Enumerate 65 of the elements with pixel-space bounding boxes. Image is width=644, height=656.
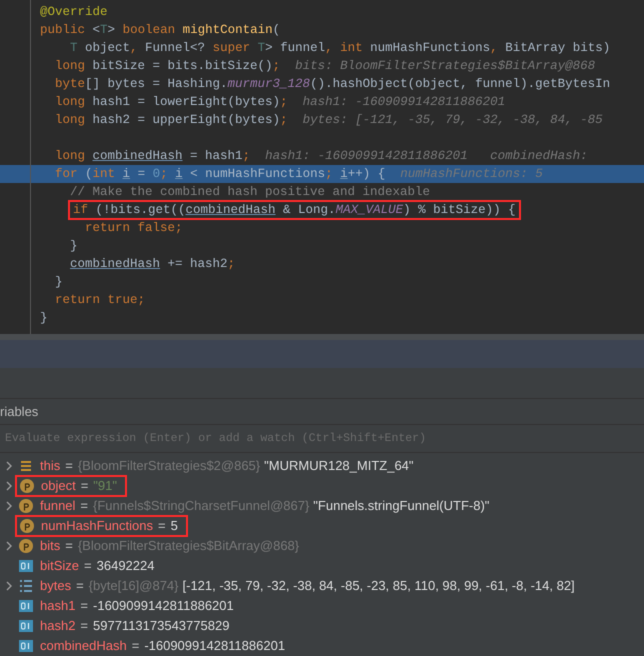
equals-sign: = xyxy=(80,477,88,496)
variable-name: numHashFunctions xyxy=(41,517,153,536)
variable-value: "91" xyxy=(93,477,117,496)
variable-value: 36492224 xyxy=(96,557,154,576)
variable-name: bytes xyxy=(40,577,72,596)
variable-name: this xyxy=(40,457,60,476)
code-line: public <T> boolean mightContain( xyxy=(40,22,280,39)
code-line: for (int i = 0; i < numHashFunctions; i++) { numHashFunctions: 5 xyxy=(54,166,543,183)
parameter-icon xyxy=(19,498,33,513)
variable-name: hash1 xyxy=(40,597,76,616)
equals-sign: = xyxy=(65,537,73,556)
primitive-value-icon xyxy=(19,620,33,632)
primitive-value-icon xyxy=(19,560,33,572)
code-line: long hash1 = lowerEight(bytes); hash1: -1609099142811886201 xyxy=(54,94,506,111)
field-stack-icon xyxy=(20,460,32,472)
variable-value: [-121, -35, 79, -32, -38, 84, -85, -23, 85, 110, 98, 99, -61, -8, -14, 82] xyxy=(182,577,575,596)
variable-name: object xyxy=(41,477,76,496)
code-line: long bitSize = bits.bitSize(); bits: BloomFilterStrategies$BitArray@868 xyxy=(54,58,596,75)
code-line: long hash2 = upperEight(bytes); bytes: [-121, -35, 79, -32, -38, 84, -85 xyxy=(54,112,603,129)
expand-chevron-icon[interactable] xyxy=(6,540,13,551)
expand-chevron-icon[interactable] xyxy=(6,500,13,511)
code-line: long combinedHash = hash1; hash1: -1609099142811886201 combinedHash: xyxy=(54,148,588,165)
array-icon xyxy=(19,578,33,593)
variable-value: "Funnels.stringFunnel(UTF-8)" xyxy=(313,497,490,516)
panel-title: riables xyxy=(0,403,38,421)
variable-value: 5 xyxy=(170,517,178,536)
variable-name: bitSize xyxy=(40,557,80,576)
code-line: } xyxy=(40,310,48,327)
object-reference: {BloomFilterStrategies$2@865} xyxy=(78,457,260,476)
code-line: } xyxy=(69,238,78,255)
parameter-icon xyxy=(19,538,33,553)
variable-name: combinedHash xyxy=(40,637,127,656)
expand-chevron-icon[interactable] xyxy=(6,460,13,471)
variable-value: 5977113173543775829 xyxy=(93,617,230,636)
parameter-icon xyxy=(20,478,34,493)
code-line: } xyxy=(54,274,63,291)
equals-sign: = xyxy=(84,557,92,576)
variable-value: "MURMUR128_MITZ_64" xyxy=(264,457,414,476)
parameter-icon xyxy=(20,518,34,533)
code-line: @Override xyxy=(40,4,108,21)
variable-value: -1609099142811886201 xyxy=(93,597,234,616)
primitive-value-icon xyxy=(19,600,33,612)
code-line: return true; xyxy=(54,292,146,309)
equals-sign: = xyxy=(80,597,88,616)
variable-value: -1609099142811886201 xyxy=(144,637,286,656)
code-line: byte[] bytes = Hashing.murmur3_128().hashObject(object, funnel).getBytesIn xyxy=(54,76,610,93)
equals-sign: = xyxy=(158,517,166,536)
object-reference: {byte[16]@874} xyxy=(88,577,178,596)
primitive-value-icon xyxy=(19,640,33,652)
object-reference: {BloomFilterStrategies$BitArray@868} xyxy=(78,537,300,556)
variable-name: funnel xyxy=(40,497,76,516)
equals-sign: = xyxy=(80,497,88,516)
variable-name: hash2 xyxy=(40,617,76,636)
object-reference: {Funnels$StringCharsetFunnel@867} xyxy=(93,497,310,516)
expand-chevron-icon[interactable] xyxy=(6,580,13,591)
expand-chevron-icon[interactable] xyxy=(6,480,13,491)
code-line: // Make the combined hash positive and indexable xyxy=(69,184,430,201)
code-line: return false; xyxy=(84,220,183,237)
equals-sign: = xyxy=(76,577,84,596)
code-line: T object, Funnel<? super T> funnel, int numHashFunctions, BitArray bits) xyxy=(69,40,610,57)
code-line: combinedHash += hash2; xyxy=(69,256,236,273)
equals-sign: = xyxy=(80,617,88,636)
equals-sign: = xyxy=(65,457,73,476)
equals-sign: = xyxy=(132,637,140,656)
variable-name: bits xyxy=(40,537,60,556)
